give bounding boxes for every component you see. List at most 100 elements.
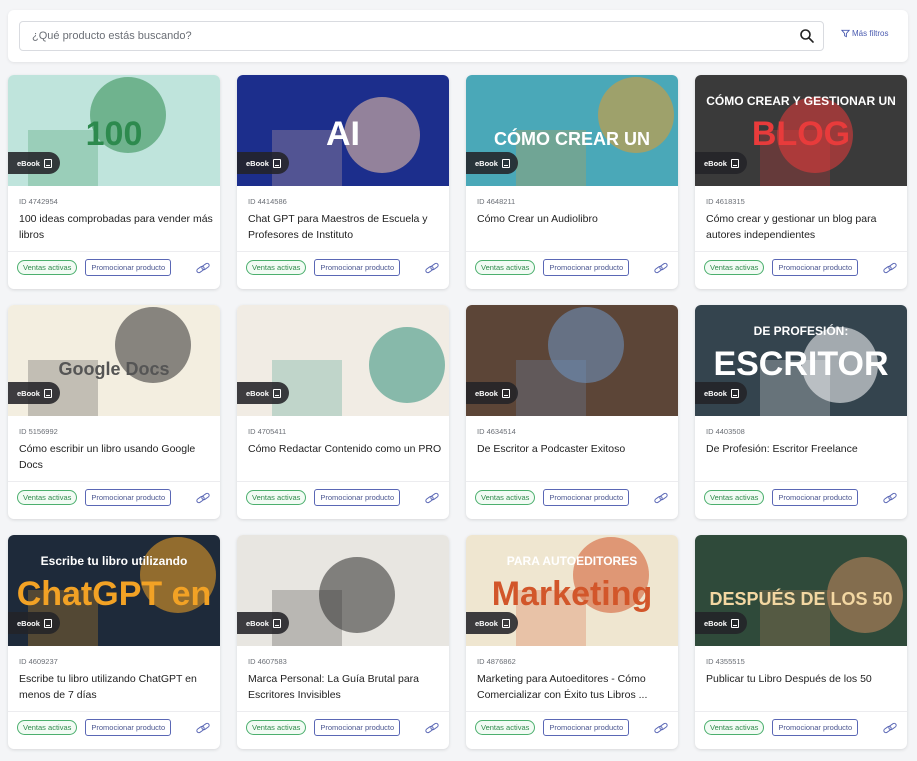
product-id: ID 4414586 (248, 197, 287, 206)
product-id: ID 4705411 (248, 427, 287, 436)
product-title[interactable]: Escribe tu libro utilizando ChatGPT en m… (19, 671, 214, 703)
product-card[interactable]: eBook ID 4634514 De Escritor a Podcaster… (466, 305, 678, 519)
link-icon[interactable] (424, 721, 440, 734)
format-badge: eBook (695, 152, 747, 174)
format-badge: eBook (466, 152, 518, 174)
book-icon (272, 618, 281, 628)
book-icon (501, 158, 510, 168)
search-input[interactable] (20, 22, 790, 50)
book-icon (43, 158, 52, 168)
cover-title-text: Marketing (492, 575, 653, 613)
link-icon[interactable] (882, 261, 898, 274)
card-actions: Ventas activas Promocionar producto (17, 259, 211, 276)
link-icon[interactable] (653, 491, 669, 504)
card-divider (466, 251, 678, 252)
product-title[interactable]: Chat GPT para Maestros de Escuela y Prof… (248, 211, 443, 243)
product-id: ID 4648211 (477, 197, 516, 206)
product-grid: 100 eBook ID 4742954 100 ideas comprobad… (8, 75, 909, 749)
format-badge: eBook (237, 612, 289, 634)
promote-product-button[interactable]: Promocionar producto (543, 719, 630, 736)
product-card[interactable]: eBook ID 4607583 Marca Personal: La Guía… (237, 535, 449, 749)
link-icon[interactable] (195, 721, 211, 734)
product-title[interactable]: Cómo crear y gestionar un blog para auto… (706, 211, 901, 243)
format-label: eBook (246, 158, 269, 168)
cover-title-text: AI (326, 115, 360, 153)
promote-product-button[interactable]: Promocionar producto (85, 719, 172, 736)
format-label: eBook (704, 618, 727, 628)
product-id: ID 4403508 (706, 427, 745, 436)
product-title[interactable]: Marketing para Autoeditores - Cómo Comer… (477, 671, 672, 703)
product-card[interactable]: CÓMO CREAR UN eBook ID 4648211 Cómo Crea… (466, 75, 678, 289)
format-label: eBook (475, 158, 498, 168)
card-divider (695, 711, 907, 712)
promote-product-button[interactable]: Promocionar producto (772, 259, 859, 276)
link-icon[interactable] (653, 261, 669, 274)
promote-product-button[interactable]: Promocionar producto (772, 719, 859, 736)
card-divider (237, 251, 449, 252)
product-card[interactable]: AI eBook ID 4414586 Chat GPT para Maestr… (237, 75, 449, 289)
product-title[interactable]: De Escritor a Podcaster Exitoso (477, 441, 672, 457)
cover-title-text: Google Docs (58, 359, 169, 379)
link-icon[interactable] (424, 261, 440, 274)
status-badge: Ventas activas (475, 720, 536, 735)
status-badge: Ventas activas (17, 260, 78, 275)
promote-product-button[interactable]: Promocionar producto (314, 489, 401, 506)
link-icon[interactable] (882, 491, 898, 504)
product-card[interactable]: Google Docs eBook ID 5156992 Cómo escrib… (8, 305, 220, 519)
card-divider (466, 711, 678, 712)
book-icon (730, 158, 739, 168)
product-title[interactable]: Cómo escribir un libro usando Google Doc… (19, 441, 214, 473)
format-badge: eBook (695, 382, 747, 404)
cover-title-text: CÓMO CREAR UN (494, 128, 650, 149)
product-title[interactable]: Publicar tu Libro Después de los 50 (706, 671, 901, 687)
product-card[interactable]: DE PROFESIÓN: ESCRITOR eBook ID 4403508 D… (695, 305, 907, 519)
product-card[interactable]: 100 eBook ID 4742954 100 ideas comprobad… (8, 75, 220, 289)
product-title[interactable]: Cómo Crear un Audiolibro (477, 211, 672, 227)
promote-product-button[interactable]: Promocionar producto (314, 719, 401, 736)
card-divider (695, 251, 907, 252)
product-card[interactable]: DESPUÉS DE LOS 50 eBook ID 4355515 Publi… (695, 535, 907, 749)
book-icon (501, 618, 510, 628)
format-label: eBook (17, 618, 40, 628)
status-badge: Ventas activas (246, 720, 307, 735)
format-label: eBook (475, 388, 498, 398)
link-icon[interactable] (195, 261, 211, 274)
format-badge: eBook (237, 382, 289, 404)
search-bar: Más filtros (8, 10, 908, 62)
link-icon[interactable] (424, 491, 440, 504)
link-icon[interactable] (195, 491, 211, 504)
product-card[interactable]: PARA AUTOEDITORES Marketing eBook ID 4876… (466, 535, 678, 749)
format-badge: eBook (466, 382, 518, 404)
more-filters-label: Más filtros (852, 29, 889, 38)
product-title[interactable]: Marca Personal: La Guía Brutal para Escr… (248, 671, 443, 703)
product-title[interactable]: Cómo Redactar Contenido como un PRO (248, 441, 443, 457)
filter-icon (841, 29, 850, 38)
more-filters-button[interactable]: Más filtros (841, 29, 888, 38)
promote-product-button[interactable]: Promocionar producto (543, 489, 630, 506)
status-badge: Ventas activas (475, 490, 536, 505)
promote-product-button[interactable]: Promocionar producto (314, 259, 401, 276)
product-card[interactable]: eBook ID 4705411 Cómo Redactar Contenido… (237, 305, 449, 519)
product-title[interactable]: 100 ideas comprobadas para vender más li… (19, 211, 214, 243)
link-icon[interactable] (882, 721, 898, 734)
product-id: ID 4618315 (706, 197, 745, 206)
status-badge: Ventas activas (17, 490, 78, 505)
promote-product-button[interactable]: Promocionar producto (772, 489, 859, 506)
product-id: ID 4742954 (19, 197, 58, 206)
promote-product-button[interactable]: Promocionar producto (85, 259, 172, 276)
cover-title-text: BLOG (752, 115, 850, 153)
product-id: ID 4607583 (248, 657, 287, 666)
format-label: eBook (17, 388, 40, 398)
format-label: eBook (17, 158, 40, 168)
product-card[interactable]: CÓMO CREAR Y GESTIONAR UN BLOG eBook ID 4… (695, 75, 907, 289)
promote-product-button[interactable]: Promocionar producto (85, 489, 172, 506)
cover-subtext: DE PROFESIÓN: (754, 323, 849, 338)
product-title[interactable]: De Profesión: Escritor Freelance (706, 441, 901, 457)
book-icon (501, 388, 510, 398)
product-card[interactable]: Escribe tu libro utilizando ChatGPT en eB… (8, 535, 220, 749)
promote-product-button[interactable]: Promocionar producto (543, 259, 630, 276)
search-icon[interactable] (799, 28, 815, 44)
link-icon[interactable] (653, 721, 669, 734)
status-badge: Ventas activas (704, 720, 765, 735)
card-actions: Ventas activas Promocionar producto (246, 719, 440, 736)
